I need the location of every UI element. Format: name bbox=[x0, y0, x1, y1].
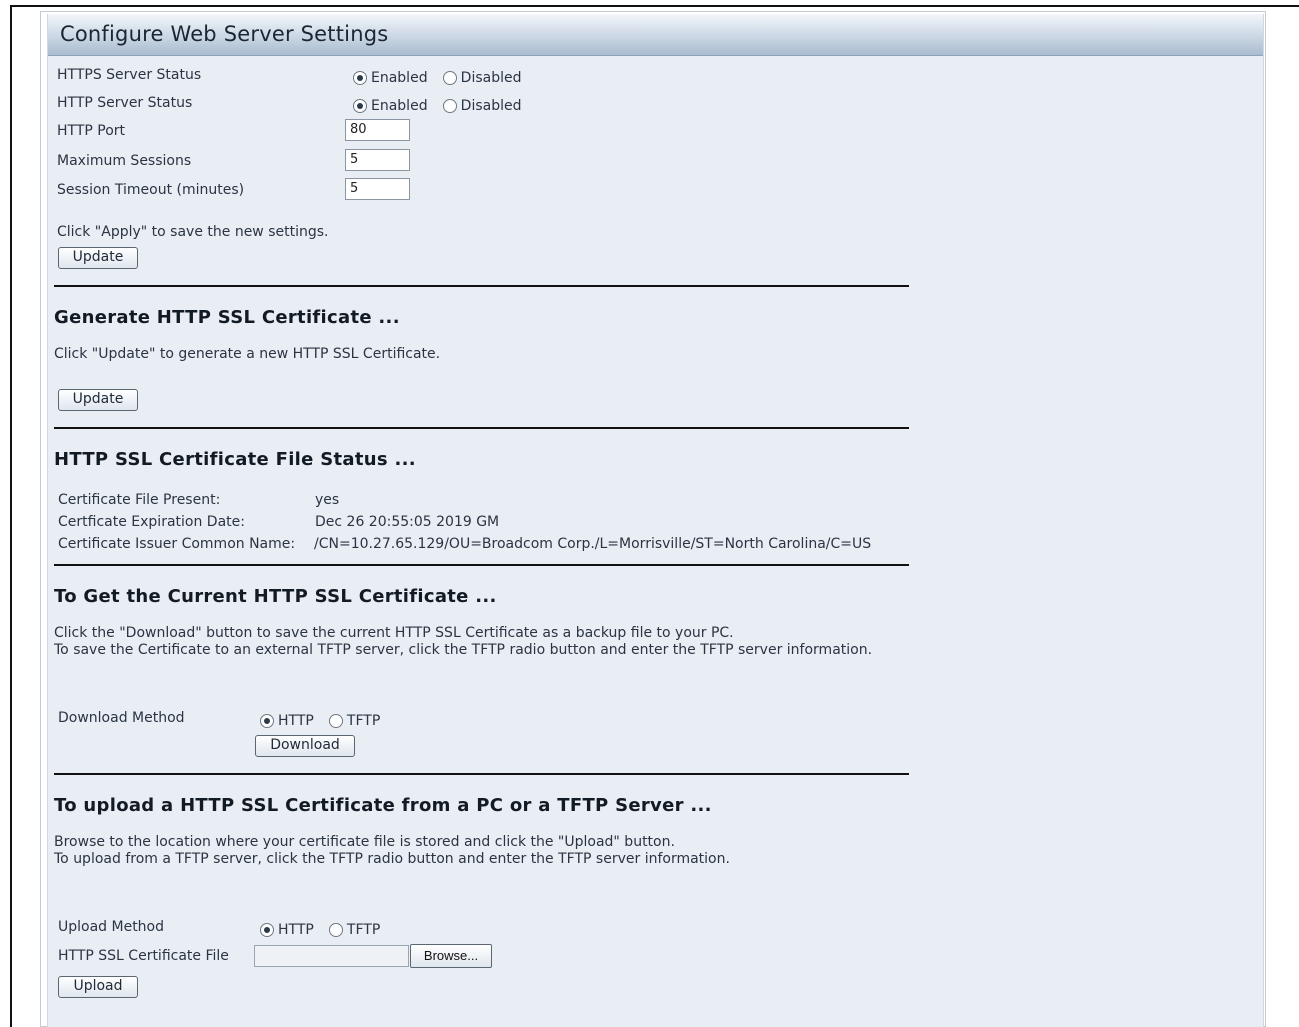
section-divider bbox=[54, 427, 909, 429]
generate-heading: Generate HTTP SSL Certificate ... bbox=[54, 307, 400, 328]
https-enabled-radio[interactable] bbox=[353, 70, 367, 85]
apply-note: Click "Apply" to save the new settings. bbox=[57, 224, 329, 240]
cert-present-value: yes bbox=[315, 492, 340, 508]
https-disabled-radio[interactable] bbox=[442, 70, 457, 85]
session-timeout-label: Session Timeout (minutes) bbox=[57, 182, 245, 198]
download-heading: To Get the Current HTTP SSL Certificate … bbox=[54, 586, 497, 607]
top-border-line bbox=[10, 5, 1299, 7]
download-tftp-label: TFTP bbox=[346, 712, 381, 729]
panel-titlebar: Configure Web Server Settings bbox=[48, 14, 1263, 56]
http-status-label: HTTP Server Status bbox=[57, 95, 193, 111]
download-tftp-radio[interactable] bbox=[328, 713, 343, 728]
section-divider bbox=[54, 773, 909, 775]
upload-button[interactable]: Upload bbox=[58, 976, 138, 998]
upload-tftp-label: TFTP bbox=[346, 921, 381, 938]
download-http-radio[interactable] bbox=[260, 713, 274, 728]
upload-heading: To upload a HTTP SSL Certificate from a … bbox=[54, 795, 712, 816]
status-heading: HTTP SSL Certificate File Status ... bbox=[54, 449, 416, 470]
download-instructions-line1: Click the "Download" button to save the … bbox=[54, 625, 734, 641]
section-divider bbox=[54, 285, 909, 287]
page-title: Configure Web Server Settings bbox=[60, 22, 389, 46]
download-button[interactable]: Download bbox=[255, 735, 355, 757]
browse-button[interactable]: Browse... bbox=[410, 944, 492, 968]
settings-update-button[interactable]: Update bbox=[58, 247, 138, 269]
cert-issuer-value: /CN=10.27.65.129/OU=Broadcom Corp./L=Mor… bbox=[314, 536, 872, 552]
upload-method-label: Upload Method bbox=[58, 919, 165, 935]
download-instructions-line2: To save the Certificate to an external T… bbox=[54, 642, 873, 658]
https-enabled-label: Enabled bbox=[371, 69, 428, 86]
left-border-line bbox=[10, 5, 12, 1027]
upload-instructions-line1: Browse to the location where your certif… bbox=[54, 834, 675, 850]
https-status-label: HTTPS Server Status bbox=[57, 67, 202, 83]
cert-expiration-label: Certficate Expiration Date: bbox=[58, 514, 245, 530]
cert-present-label: Certificate File Present: bbox=[58, 492, 221, 508]
download-method-label: Download Method bbox=[58, 710, 185, 726]
https-status-radio-group: Enabled Disabled bbox=[353, 67, 532, 86]
upload-method-radio-group: HTTP TFTP bbox=[260, 919, 390, 938]
upload-tftp-radio[interactable] bbox=[328, 922, 343, 937]
cert-expiration-value: Dec 26 20:55:05 2019 GM bbox=[315, 514, 500, 530]
generate-note: Click "Update" to generate a new HTTP SS… bbox=[54, 346, 441, 362]
download-method-radio-group: HTTP TFTP bbox=[260, 710, 390, 729]
max-sessions-input[interactable]: 5 bbox=[345, 149, 410, 171]
download-http-label: HTTP bbox=[278, 712, 314, 729]
upload-http-radio[interactable] bbox=[260, 922, 274, 937]
max-sessions-label: Maximum Sessions bbox=[57, 153, 192, 169]
certificate-file-input[interactable] bbox=[254, 945, 409, 967]
https-disabled-label: Disabled bbox=[460, 69, 522, 86]
http-port-label: HTTP Port bbox=[57, 123, 126, 139]
generate-update-button[interactable]: Update bbox=[58, 389, 138, 411]
http-disabled-radio[interactable] bbox=[442, 98, 457, 113]
http-status-radio-group: Enabled Disabled bbox=[353, 95, 532, 114]
http-enabled-radio[interactable] bbox=[353, 98, 367, 113]
http-disabled-label: Disabled bbox=[460, 97, 522, 114]
section-divider bbox=[54, 564, 909, 566]
certificate-file-label: HTTP SSL Certificate File bbox=[58, 948, 229, 964]
session-timeout-input[interactable]: 5 bbox=[345, 178, 410, 200]
cert-issuer-label: Certificate Issuer Common Name: bbox=[58, 536, 296, 552]
upload-http-label: HTTP bbox=[278, 921, 314, 938]
http-enabled-label: Enabled bbox=[371, 97, 428, 114]
http-port-input[interactable]: 80 bbox=[345, 119, 410, 141]
upload-instructions-line2: To upload from a TFTP server, click the … bbox=[54, 851, 730, 867]
web-server-settings-panel: Configure Web Server Settings HTTPS Serv… bbox=[47, 14, 1264, 1027]
